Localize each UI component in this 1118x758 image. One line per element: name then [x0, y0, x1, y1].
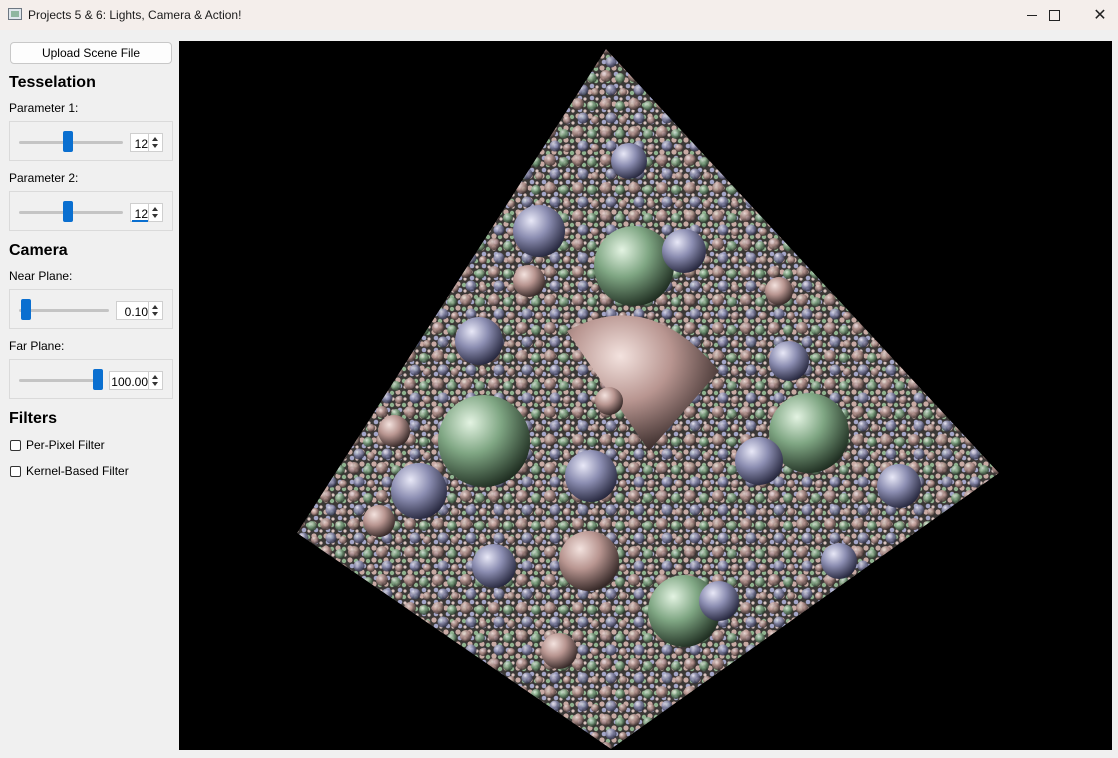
far-plane-spin-arrows[interactable]	[148, 372, 162, 389]
kernel-filter-checkbox[interactable]	[10, 465, 21, 477]
parameter1-group: 12	[9, 121, 173, 161]
fractal-render	[297, 49, 999, 749]
far-plane-group: 100.00	[9, 359, 173, 399]
focus-indicator	[132, 220, 148, 222]
parameter2-spin-arrows[interactable]	[148, 204, 162, 221]
far-plane-slider[interactable]	[19, 379, 103, 382]
parameter1-value[interactable]: 12	[135, 137, 148, 151]
per-pixel-filter-option[interactable]: Per-Pixel Filter	[10, 438, 105, 452]
far-plane-spinbox[interactable]: 100.00	[109, 371, 163, 390]
spin-up-icon[interactable]	[152, 375, 158, 379]
far-plane-slider-handle[interactable]	[93, 369, 103, 390]
far-plane-label: Far Plane:	[9, 339, 65, 353]
control-panel: Upload Scene File Tesselation Parameter …	[0, 30, 179, 758]
title-bar: Projects 5 & 6: Lights, Camera & Action!…	[0, 0, 1118, 30]
kernel-filter-option[interactable]: Kernel-Based Filter	[10, 464, 129, 478]
near-plane-spin-arrows[interactable]	[148, 302, 162, 319]
spin-up-icon[interactable]	[152, 305, 158, 309]
upload-scene-button[interactable]: Upload Scene File	[10, 42, 172, 64]
per-pixel-filter-checkbox[interactable]	[10, 439, 21, 451]
parameter2-value[interactable]: 12	[135, 207, 148, 221]
parameter2-label: Parameter 2:	[9, 171, 79, 185]
parameter2-slider-handle[interactable]	[63, 201, 73, 222]
spin-down-icon[interactable]	[152, 144, 158, 148]
parameter2-spinbox[interactable]: 12	[130, 203, 163, 222]
kernel-filter-label: Kernel-Based Filter	[26, 464, 129, 478]
near-plane-group: 0.10	[9, 289, 173, 329]
near-plane-label: Near Plane:	[9, 269, 73, 283]
spin-down-icon[interactable]	[152, 382, 158, 386]
app-icon	[8, 8, 22, 20]
window-title: Projects 5 & 6: Lights, Camera & Action!	[28, 8, 242, 22]
near-plane-slider-handle[interactable]	[21, 299, 31, 320]
parameter1-spin-arrows[interactable]	[148, 134, 162, 151]
parameter2-group: 12	[9, 191, 173, 231]
close-icon: ✕	[1093, 5, 1107, 24]
spin-up-icon[interactable]	[152, 137, 158, 141]
maximize-button[interactable]	[1032, 0, 1076, 30]
parameter1-label: Parameter 1:	[9, 101, 79, 115]
spin-up-icon[interactable]	[152, 207, 158, 211]
parameter1-slider-handle[interactable]	[63, 131, 73, 152]
close-button[interactable]: ✕	[1078, 0, 1118, 30]
maximize-icon	[1048, 9, 1060, 21]
spin-down-icon[interactable]	[152, 312, 158, 316]
far-plane-value[interactable]: 100.00	[111, 375, 148, 389]
sierpinski-sponge	[297, 49, 999, 749]
per-pixel-filter-label: Per-Pixel Filter	[26, 438, 105, 452]
render-viewport[interactable]	[179, 41, 1112, 750]
parameter1-spinbox[interactable]: 12	[130, 133, 163, 152]
filters-heading: Filters	[9, 410, 58, 427]
spin-down-icon[interactable]	[152, 214, 158, 218]
near-plane-value[interactable]: 0.10	[125, 305, 148, 319]
camera-heading: Camera	[9, 242, 68, 259]
tesselation-heading: Tesselation	[9, 74, 96, 91]
near-plane-slider[interactable]	[19, 309, 109, 312]
near-plane-spinbox[interactable]: 0.10	[116, 301, 163, 320]
